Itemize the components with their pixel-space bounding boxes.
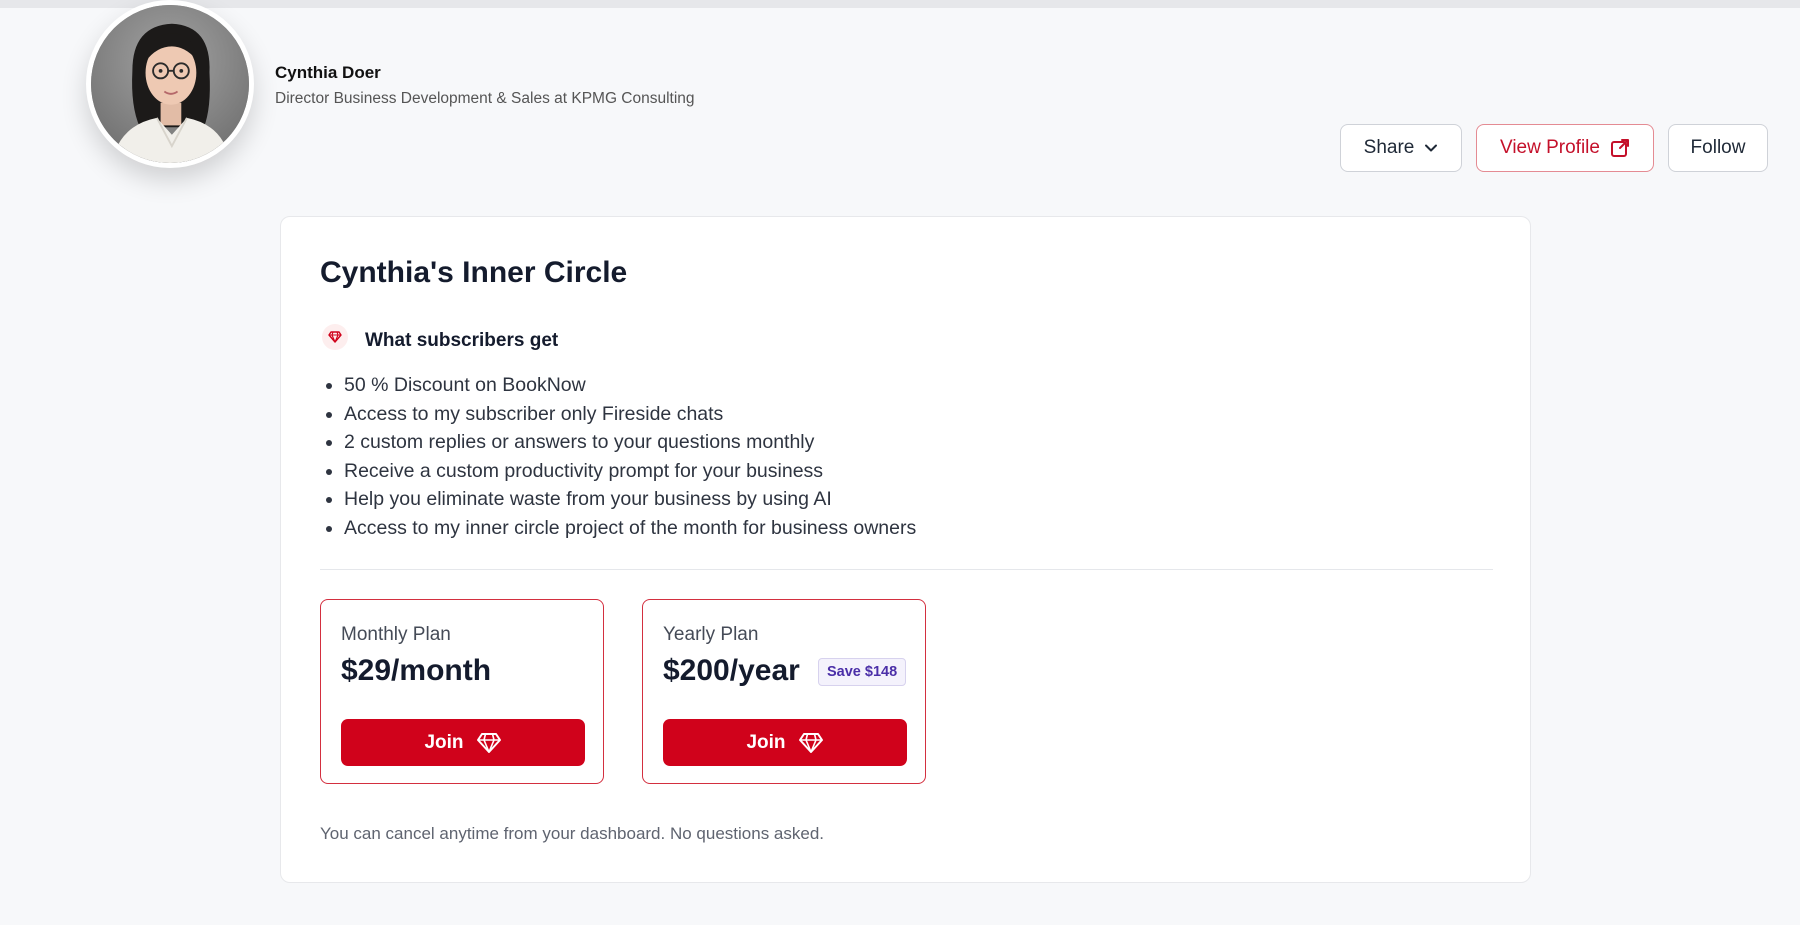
list-item: Help you eliminate waste from your busin…	[344, 485, 916, 514]
list-item: Receive a custom productivity prompt for…	[344, 457, 916, 486]
monthly-plan-card: Monthly Plan $29/month Join	[320, 599, 604, 784]
list-item: 50 % Discount on BookNow	[344, 371, 916, 400]
join-button-label: Join	[746, 731, 786, 753]
share-button-label: Share	[1363, 137, 1415, 158]
list-item: Access to my inner circle project of the…	[344, 514, 916, 543]
join-yearly-button[interactable]: Join	[663, 719, 907, 766]
benefits-list: 50 % Discount on BookNow Access to my su…	[344, 371, 916, 542]
follow-button[interactable]: Follow	[1668, 124, 1768, 172]
diamond-icon	[476, 732, 502, 754]
join-monthly-button[interactable]: Join	[341, 719, 585, 766]
avatar	[86, 0, 254, 168]
share-button[interactable]: Share	[1340, 124, 1462, 172]
yearly-plan-card: Yearly Plan $200/year Save $148 Join	[642, 599, 926, 784]
view-profile-button[interactable]: View Profile	[1476, 124, 1654, 172]
profile-title: Director Business Development & Sales at…	[275, 90, 695, 107]
plan-label: Monthly Plan	[341, 624, 451, 645]
profile-name: Cynthia Doer	[275, 63, 381, 82]
plan-label: Yearly Plan	[663, 624, 759, 645]
subscription-card: Cynthia's Inner Circle What subscribers …	[280, 216, 1531, 883]
chevron-down-icon	[1424, 141, 1438, 155]
view-profile-button-label: View Profile	[1500, 137, 1600, 158]
list-item: Access to my subscriber only Fireside ch…	[344, 400, 916, 429]
follow-button-label: Follow	[1690, 137, 1746, 158]
plan-price: $29/month	[341, 654, 492, 687]
cancel-note: You can cancel anytime from your dashboa…	[320, 824, 824, 843]
top-strip	[0, 0, 1800, 8]
save-badge: Save $148	[818, 658, 907, 686]
plan-price: $200/year	[663, 654, 800, 687]
external-link-icon	[1610, 138, 1630, 158]
benefits-heading: What subscribers get	[365, 330, 559, 351]
diamond-icon	[322, 324, 348, 350]
divider	[320, 569, 1493, 570]
subscription-title: Cynthia's Inner Circle	[320, 256, 628, 289]
join-button-label: Join	[424, 731, 464, 753]
avatar-portrait	[91, 5, 249, 163]
list-item: 2 custom replies or answers to your ques…	[344, 428, 916, 457]
diamond-icon	[798, 732, 824, 754]
